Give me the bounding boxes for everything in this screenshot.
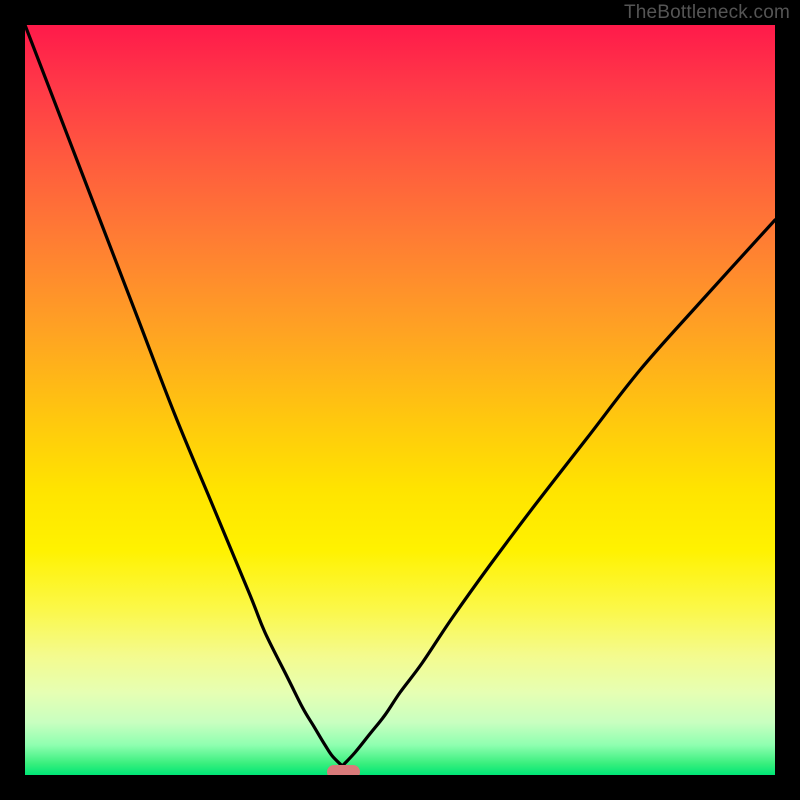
plot-area	[25, 25, 775, 775]
outer-frame: TheBottleneck.com	[0, 0, 800, 800]
curve-right-branch	[342, 220, 775, 766]
optimum-marker	[327, 765, 360, 775]
watermark-text: TheBottleneck.com	[624, 2, 790, 24]
bottleneck-curve	[25, 25, 775, 775]
curve-left-branch	[25, 25, 342, 766]
